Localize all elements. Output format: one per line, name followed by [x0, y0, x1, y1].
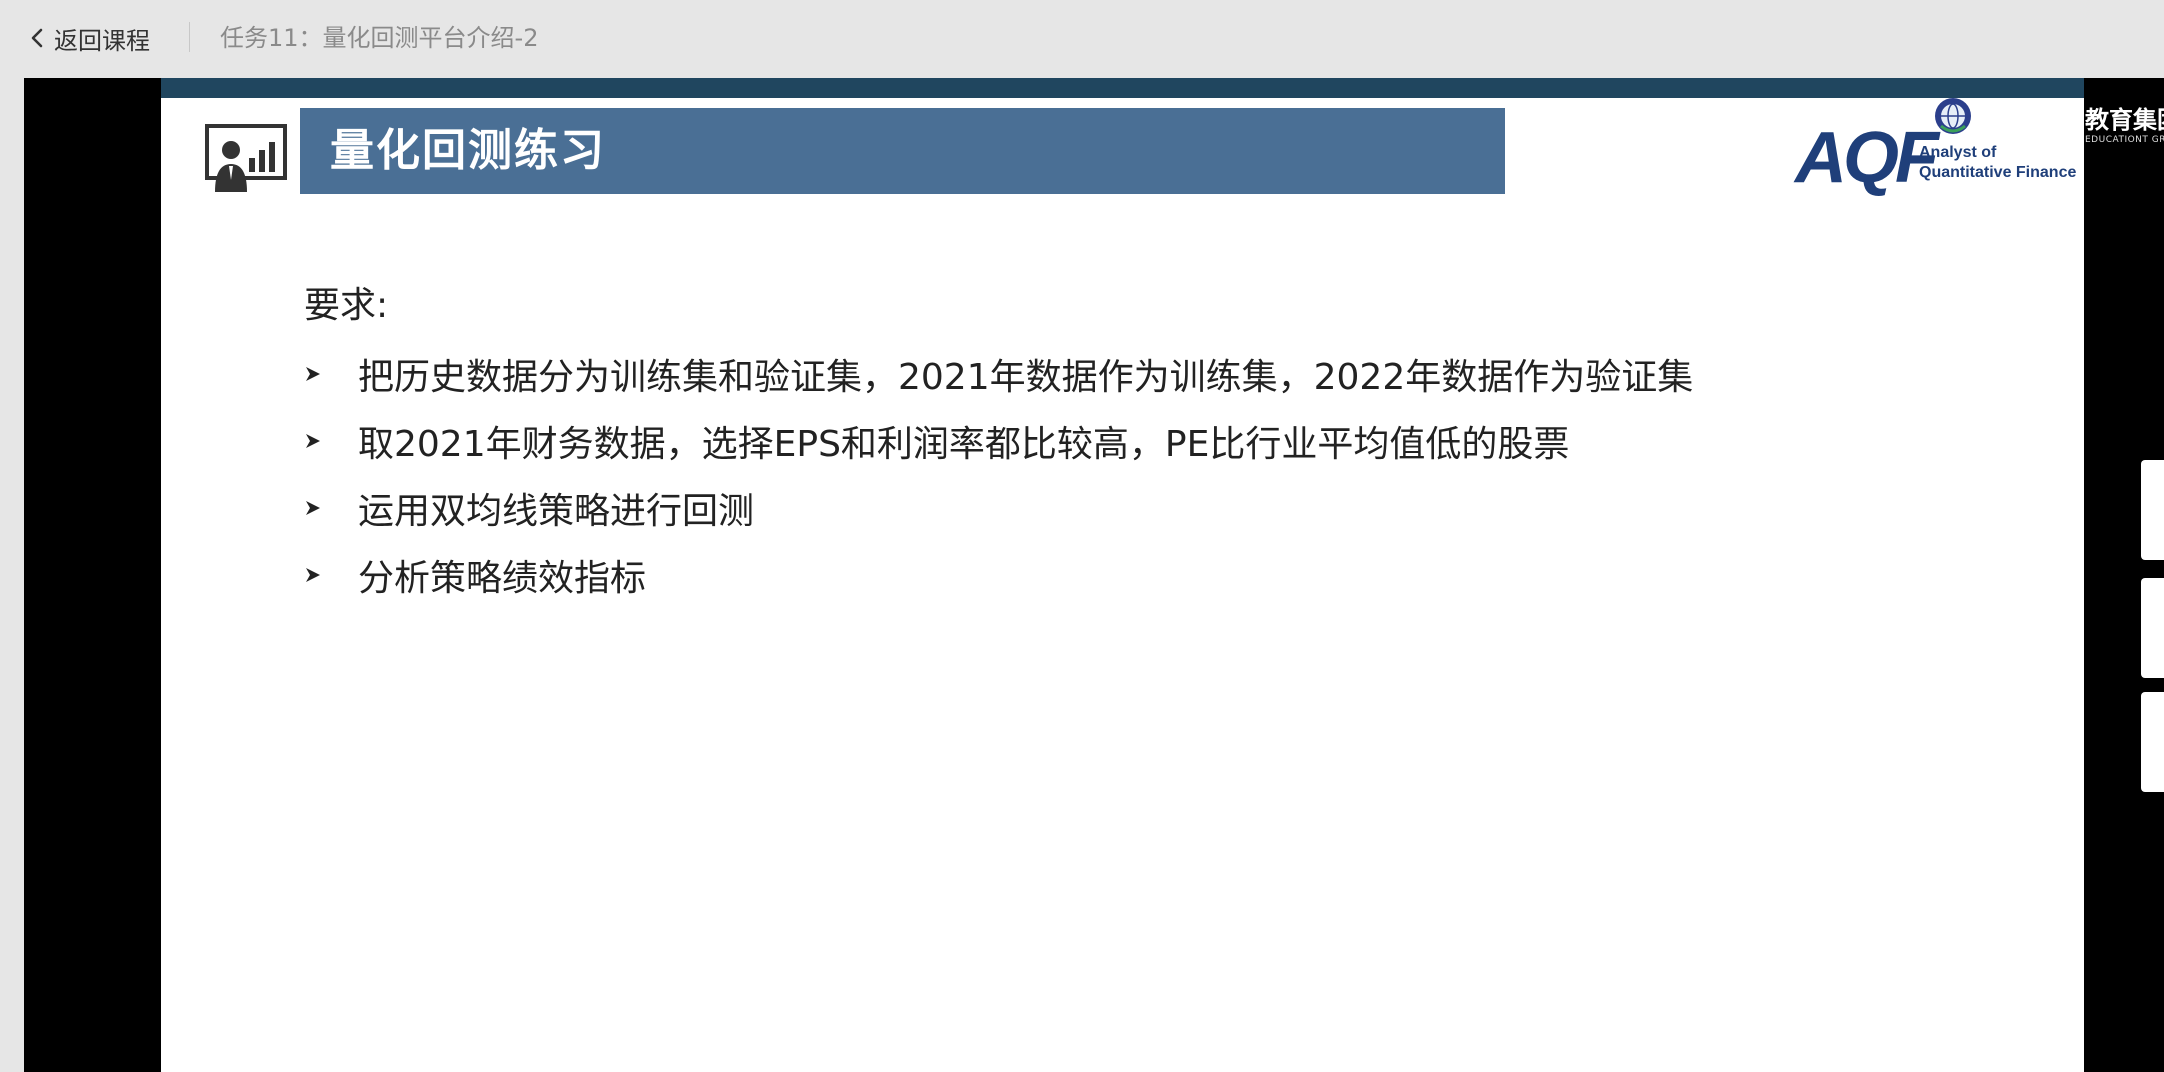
task-title: 任务11：量化回测平台介绍-2	[220, 24, 539, 52]
arrow-bullet-icon	[304, 566, 358, 584]
globe-emblem-icon	[1933, 96, 1973, 136]
slide-title: 量化回测练习	[330, 125, 606, 176]
arrow-bullet-icon	[304, 499, 358, 517]
bullet-text: 运用双均线策略进行回测	[358, 490, 755, 532]
video-player[interactable]: 量化回测练习 AQF Analyst of Quantitative Finan…	[24, 78, 2164, 1072]
requirements-list: 把历史数据分为训练集和验证集，2021年数据作为训练集，2022年数据作为验证集…	[304, 340, 1693, 608]
logo-mark: AQF	[1795, 118, 1939, 198]
list-item: 取2021年财务数据，选择EPS和利润率都比较高，PE比行业平均值低的股票	[304, 407, 1693, 474]
side-tab-2[interactable]	[2141, 578, 2164, 678]
back-to-course-button[interactable]: 返回课程	[30, 18, 150, 58]
title-banner: 量化回测练习	[300, 108, 1505, 194]
slide: 量化回测练习 AQF Analyst of Quantitative Finan…	[161, 78, 2084, 1072]
logo-line-2: Quantitative Finance	[1919, 164, 2077, 181]
bullet-text: 把历史数据分为训练集和验证集，2021年数据作为训练集，2022年数据作为验证集	[358, 356, 1694, 398]
side-tab-3[interactable]	[2141, 692, 2164, 792]
requirements-label: 要求:	[304, 285, 389, 326]
bullet-text: 分析策略绩效指标	[358, 557, 647, 599]
group-name-en: EDUCATIONT GROUP	[2085, 135, 2164, 145]
side-tab-1[interactable]	[2141, 460, 2164, 560]
presenter-icon	[205, 124, 287, 194]
divider	[189, 22, 190, 52]
bullet-text: 取2021年财务数据，选择EPS和利润率都比较高，PE比行业平均值低的股票	[358, 423, 1570, 465]
logo-line-1: Analyst of	[1919, 144, 1997, 161]
top-bar: 返回课程 任务11：量化回测平台介绍-2	[0, 0, 2164, 76]
group-logo-text: 教育集团 EDUCATIONT GROUP	[2085, 100, 2164, 145]
arrow-bullet-icon	[304, 365, 358, 383]
back-label: 返回课程	[54, 26, 150, 55]
chevron-left-icon	[30, 28, 44, 48]
list-item: 运用双均线策略进行回测	[304, 474, 1693, 541]
list-item: 分析策略绩效指标	[304, 541, 1693, 608]
list-item: 把历史数据分为训练集和验证集，2021年数据作为训练集，2022年数据作为验证集	[304, 340, 1693, 407]
group-name-cn: 教育集团	[2085, 105, 2164, 134]
arrow-bullet-icon	[304, 432, 358, 450]
